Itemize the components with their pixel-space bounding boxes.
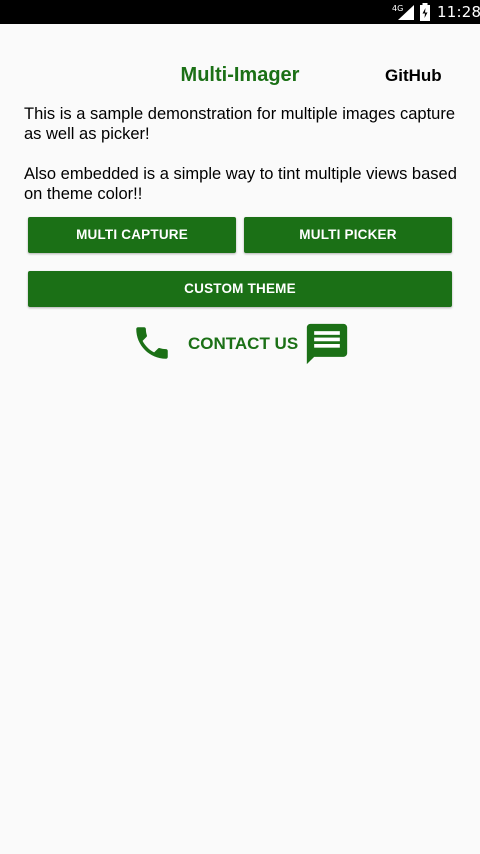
status-bar: 4G 11:28 — [0, 0, 480, 24]
multi-capture-button[interactable]: MULTI CAPTURE — [28, 217, 236, 253]
signal-icon — [398, 5, 414, 20]
contact-row: CONTACT US — [0, 322, 480, 366]
custom-theme-button[interactable]: CUSTOM THEME — [28, 271, 452, 307]
phone-icon[interactable] — [131, 322, 173, 364]
description-paragraph-2: Also embedded is a simple way to tint mu… — [24, 165, 457, 203]
battery-icon — [420, 3, 430, 21]
clock: 11:28 — [437, 3, 480, 21]
multi-picker-button[interactable]: MULTI PICKER — [244, 217, 452, 253]
contact-us-label[interactable]: CONTACT US — [188, 334, 298, 354]
chat-icon[interactable] — [305, 322, 349, 366]
description-paragraph-1: This is a sample demonstration for multi… — [24, 105, 456, 143]
description: This is a sample demonstration for multi… — [24, 104, 464, 224]
github-link[interactable]: GitHub — [385, 66, 442, 86]
